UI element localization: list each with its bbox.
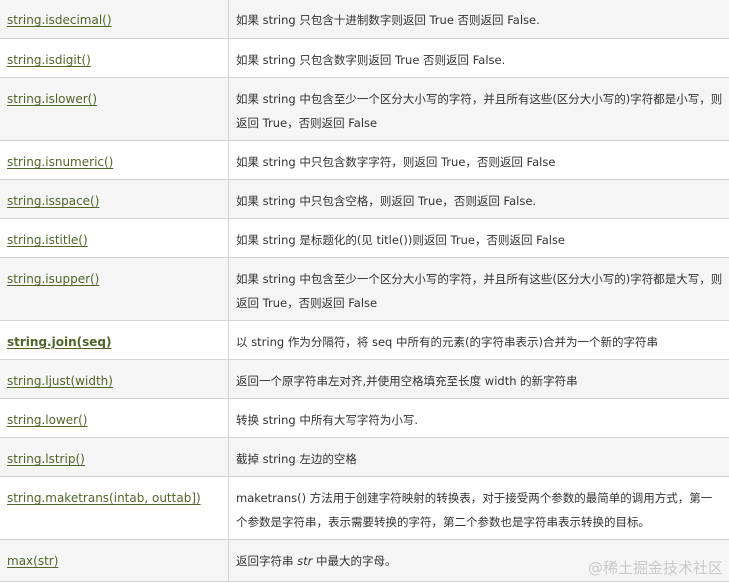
description-cell: 如果 string 只包含数字则返回 True 否则返回 False. xyxy=(228,38,729,78)
description-cell: 返回字符串 str 中最大的字母。 xyxy=(228,539,729,582)
method-cell: string.ljust(width) xyxy=(0,359,229,399)
description-cell: 如果 string 中包含至少一个区分大小写的字符，并且所有这些(区分大小写的)… xyxy=(228,77,729,141)
table-row: string.isupper() 如果 string 中包含至少一个区分大小写的… xyxy=(0,257,729,321)
method-link-islower[interactable]: string.islower() xyxy=(7,87,97,111)
method-description: 返回一个原字符串左对齐,并使用空格填充至长度 width 的新字符串 xyxy=(236,374,578,388)
method-link-join[interactable]: string.join(seq) xyxy=(7,330,111,354)
description-cell: 如果 string 中包含至少一个区分大小写的字符，并且所有这些(区分大小写的)… xyxy=(228,257,729,321)
method-link-isupper[interactable]: string.isupper() xyxy=(7,267,99,291)
method-cell: string.isnumeric() xyxy=(0,140,229,180)
description-suffix: 中最大的字母。 xyxy=(312,554,397,568)
method-cell: string.isspace() xyxy=(0,179,229,219)
method-link-isdigit[interactable]: string.isdigit() xyxy=(7,48,91,72)
table-row: string.isdigit() 如果 string 只包含数字则返回 True… xyxy=(0,38,729,78)
table-row: string.istitle() 如果 string 是标题化的(见 title… xyxy=(0,218,729,258)
method-description: 如果 string 是标题化的(见 title())则返回 True，否则返回 … xyxy=(236,233,566,247)
method-link-lower[interactable]: string.lower() xyxy=(7,408,87,432)
string-methods-table: string.isdecimal() 如果 string 只包含十进制数字则返回… xyxy=(0,0,729,582)
method-description: maketrans() 方法用于创建字符映射的转换表，对于接受两个参数的最简单的… xyxy=(236,491,713,529)
method-cell: string.islower() xyxy=(0,77,229,141)
method-link-ljust[interactable]: string.ljust(width) xyxy=(7,369,113,393)
method-link-lstrip[interactable]: string.lstrip() xyxy=(7,447,85,471)
method-cell: string.lstrip() xyxy=(0,437,229,477)
table-row: string.join(seq) 以 string 作为分隔符，将 seq 中所… xyxy=(0,320,729,360)
table-row: string.isdecimal() 如果 string 只包含十进制数字则返回… xyxy=(0,0,729,39)
method-description: 如果 string 只包含十进制数字则返回 True 否则返回 False. xyxy=(236,13,540,27)
method-description: 返回字符串 str 中最大的字母。 xyxy=(236,549,723,573)
method-cell: string.join(seq) xyxy=(0,320,229,360)
method-link-istitle[interactable]: string.istitle() xyxy=(7,228,88,252)
method-link-isnumeric[interactable]: string.isnumeric() xyxy=(7,150,113,174)
description-cell: 如果 string 是标题化的(见 title())则返回 True，否则返回 … xyxy=(228,218,729,258)
description-cell: maketrans() 方法用于创建字符映射的转换表，对于接受两个参数的最简单的… xyxy=(228,476,729,540)
description-cell: 转换 string 中所有大写字符为小写. xyxy=(228,398,729,438)
method-cell: string.istitle() xyxy=(0,218,229,258)
method-description: 如果 string 中只包含数字字符，则返回 True，否则返回 False xyxy=(236,155,556,169)
method-cell: string.isdigit() xyxy=(0,38,229,78)
description-cell: 如果 string 中只包含数字字符，则返回 True，否则返回 False xyxy=(228,140,729,180)
description-prefix: 返回字符串 xyxy=(236,554,298,568)
table-row: string.lstrip() 截掉 string 左边的空格 xyxy=(0,437,729,477)
method-link-isspace[interactable]: string.isspace() xyxy=(7,189,99,213)
table-row: string.islower() 如果 string 中包含至少一个区分大小写的… xyxy=(0,77,729,141)
method-cell: string.isdecimal() xyxy=(0,0,229,39)
table-row: string.maketrans(intab, outtab]) maketra… xyxy=(0,476,729,540)
method-description: 以 string 作为分隔符，将 seq 中所有的元素(的字符串表示)合并为一个… xyxy=(236,335,658,349)
table-row: string.isspace() 如果 string 中只包含空格，则返回 Tr… xyxy=(0,179,729,219)
method-description: 如果 string 中只包含空格，则返回 True，否则返回 False. xyxy=(236,194,537,208)
method-description: 截掉 string 左边的空格 xyxy=(236,452,357,466)
description-cell: 以 string 作为分隔符，将 seq 中所有的元素(的字符串表示)合并为一个… xyxy=(228,320,729,360)
description-cell: 如果 string 只包含十进制数字则返回 True 否则返回 False. xyxy=(228,0,729,39)
method-link-isdecimal[interactable]: string.isdecimal() xyxy=(7,8,112,32)
method-cell: max(str) xyxy=(0,539,229,582)
method-cell: string.maketrans(intab, outtab]) xyxy=(0,476,229,540)
description-param: str xyxy=(297,554,313,568)
method-link-maketrans[interactable]: string.maketrans(intab, outtab]) xyxy=(7,486,201,510)
method-cell: string.lower() xyxy=(0,398,229,438)
method-description: 如果 string 中包含至少一个区分大小写的字符，并且所有这些(区分大小写的)… xyxy=(236,272,723,310)
method-cell: string.isupper() xyxy=(0,257,229,321)
table-row: max(str) 返回字符串 str 中最大的字母。 xyxy=(0,539,729,582)
method-description: 转换 string 中所有大写字符为小写. xyxy=(236,413,418,427)
description-cell: 如果 string 中只包含空格，则返回 True，否则返回 False. xyxy=(228,179,729,219)
table-row: string.lower() 转换 string 中所有大写字符为小写. xyxy=(0,398,729,438)
description-cell: 返回一个原字符串左对齐,并使用空格填充至长度 width 的新字符串 xyxy=(228,359,729,399)
description-cell: 截掉 string 左边的空格 xyxy=(228,437,729,477)
method-description: 如果 string 中包含至少一个区分大小写的字符，并且所有这些(区分大小写的)… xyxy=(236,92,723,130)
table-row: string.ljust(width) 返回一个原字符串左对齐,并使用空格填充至… xyxy=(0,359,729,399)
method-description: 如果 string 只包含数字则返回 True 否则返回 False. xyxy=(236,53,506,67)
table-row: string.isnumeric() 如果 string 中只包含数字字符，则返… xyxy=(0,140,729,180)
method-link-max[interactable]: max(str) xyxy=(7,549,58,573)
